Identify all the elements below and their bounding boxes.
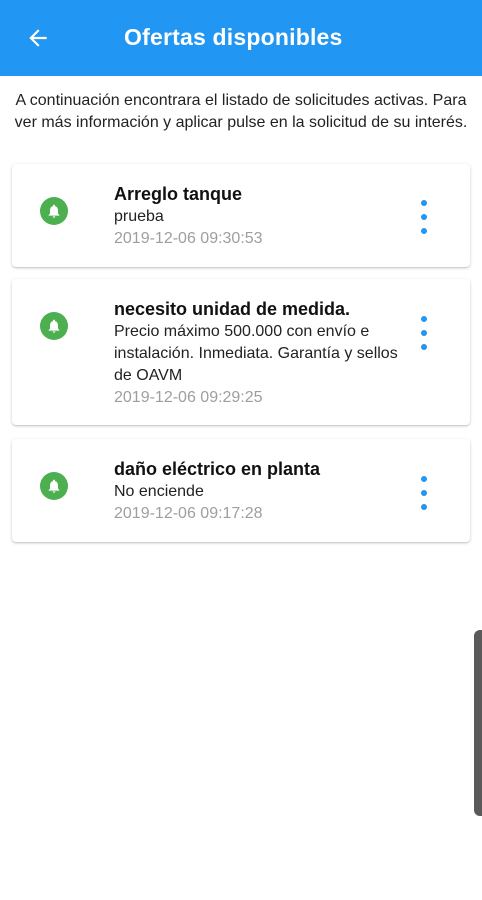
more-vert-dot xyxy=(421,490,427,496)
more-vert-dot xyxy=(421,344,427,350)
offer-description: No enciende xyxy=(114,483,204,500)
back-button[interactable] xyxy=(22,22,54,54)
offer-title: necesito unidad de medida. xyxy=(114,299,351,319)
offer-date: 2019-12-06 09:17:28 xyxy=(114,505,263,522)
page-title: Ofertas disponibles xyxy=(124,24,343,50)
more-vert-dot xyxy=(421,504,427,510)
offer-date: 2019-12-06 09:30:53 xyxy=(114,230,263,247)
bell-icon xyxy=(40,472,68,500)
offer-title: daño eléctrico en planta xyxy=(114,459,321,479)
offer-content: necesito unidad de medida. Precio máximo… xyxy=(114,297,410,409)
offer-content: daño eléctrico en planta No enciende 201… xyxy=(114,457,410,525)
bell-icon xyxy=(40,197,68,225)
offer-card[interactable]: daño eléctrico en planta No enciende 201… xyxy=(12,439,470,542)
offer-card[interactable]: Arreglo tanque prueba 2019-12-06 09:30:5… xyxy=(12,164,470,267)
more-options-button[interactable] xyxy=(414,200,434,234)
offer-card[interactable]: necesito unidad de medida. Precio máximo… xyxy=(12,279,470,425)
more-vert-icon xyxy=(421,200,427,206)
app-bar: Ofertas disponibles xyxy=(0,0,482,76)
more-vert-dot xyxy=(421,330,427,336)
scrollbar-handle[interactable] xyxy=(474,630,482,816)
offer-date: 2019-12-06 09:29:25 xyxy=(114,389,263,406)
more-vert-dot xyxy=(421,228,427,234)
intro-text: A continuación encontrara el listado de … xyxy=(14,92,468,131)
more-vert-icon xyxy=(421,476,427,482)
more-vert-dot xyxy=(421,214,427,220)
offer-content: Arreglo tanque prueba 2019-12-06 09:30:5… xyxy=(114,182,410,250)
more-options-button[interactable] xyxy=(414,476,434,510)
offer-description: Precio máximo 500.000 con envío e instal… xyxy=(114,323,398,384)
offer-description: prueba xyxy=(114,208,164,225)
more-options-button[interactable] xyxy=(414,316,434,350)
offer-title: Arreglo tanque xyxy=(114,184,243,204)
more-vert-icon xyxy=(421,316,427,322)
bell-icon xyxy=(40,312,68,340)
arrow-left-icon xyxy=(29,29,47,47)
